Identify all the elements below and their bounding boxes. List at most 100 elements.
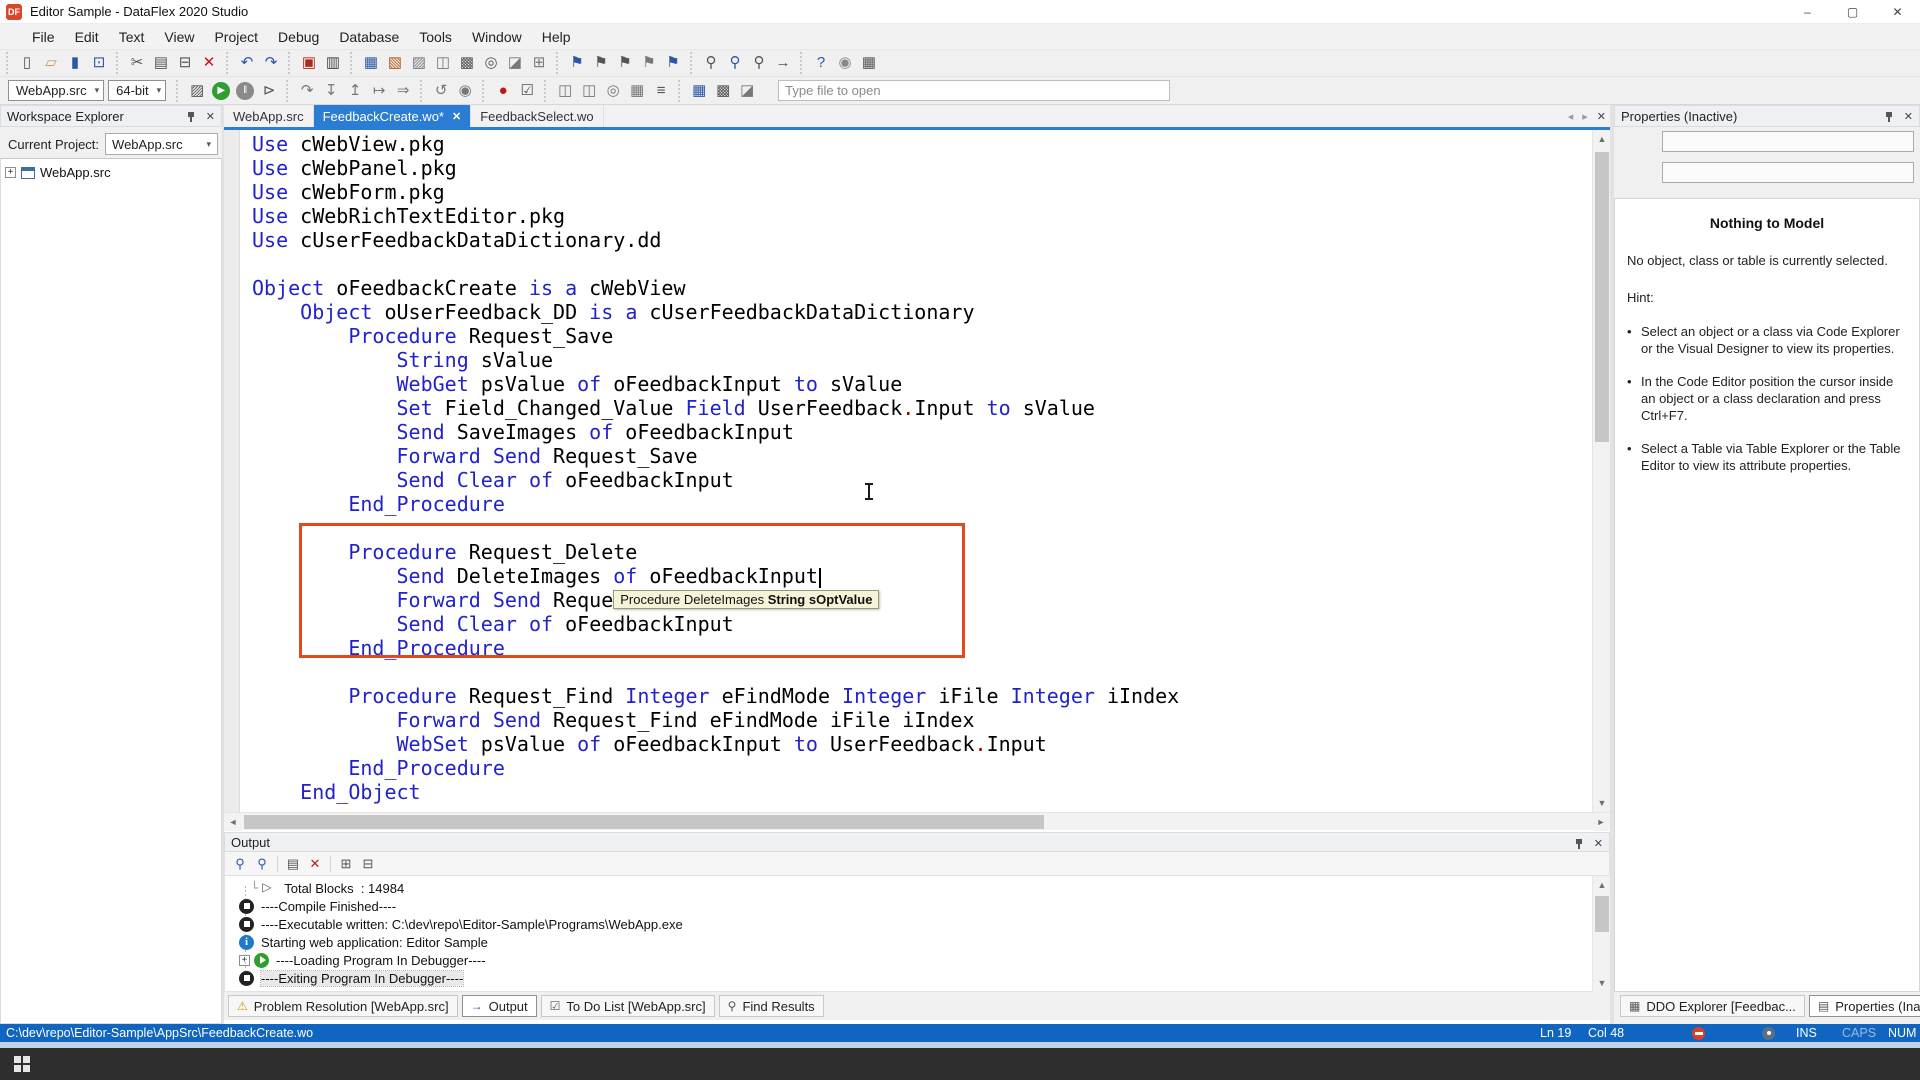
menu-window[interactable]: Window — [462, 24, 532, 50]
database-explorer-icon[interactable]: ◪ — [504, 52, 526, 74]
expand-all-icon[interactable]: ⊞ — [336, 854, 356, 874]
find-next-icon[interactable]: ⚲ — [724, 52, 746, 74]
locals-window-icon[interactable]: ◫ — [578, 80, 600, 102]
menu-help[interactable]: Help — [532, 24, 581, 50]
find-previous-icon[interactable]: ⚲ — [230, 854, 250, 874]
compile-icon[interactable]: ▣ — [298, 52, 320, 74]
object-selector-field[interactable] — [1662, 131, 1914, 152]
menu-text[interactable]: Text — [109, 24, 155, 50]
print-icon[interactable]: ▥ — [322, 52, 344, 74]
menu-tools[interactable]: Tools — [409, 24, 462, 50]
run-to-icon[interactable]: ↦ — [368, 80, 390, 102]
run-to-cursor-icon[interactable]: ⊳ — [258, 80, 280, 102]
expand-icon[interactable]: + — [5, 167, 16, 178]
sql-manager-icon[interactable]: ◪ — [736, 80, 758, 102]
compile-project-icon[interactable]: ▨ — [186, 80, 208, 102]
collapse-all-icon[interactable]: ⊟ — [358, 854, 378, 874]
call-stack-icon[interactable]: ◎ — [602, 80, 624, 102]
output-row[interactable]: ----Exiting Program In Debugger---- — [225, 969, 1609, 987]
delete-icon[interactable]: ✕ — [198, 52, 220, 74]
menu-file[interactable]: File — [22, 24, 65, 50]
step-into-icon[interactable]: ↧ — [320, 80, 342, 102]
tab-find-results[interactable]: ⚲Find Results — [719, 995, 824, 1017]
goto-line-icon[interactable]: → — [772, 52, 794, 74]
scroll-up-icon[interactable]: ▲ — [1593, 130, 1611, 148]
bookmark-toggle-icon[interactable]: ⚑ — [614, 52, 636, 74]
project-selector[interactable]: WebApp.src ▾ — [8, 80, 104, 101]
bookmark-previous-icon[interactable]: ⚑ — [566, 52, 588, 74]
close-button[interactable]: ✕ — [1875, 0, 1920, 24]
scroll-tabs-right-icon[interactable]: ▸ — [1582, 110, 1588, 123]
output-log[interactable]: └Total Blocks : 14984----Compile Finishe… — [224, 876, 1610, 992]
undo-icon[interactable]: ↶ — [236, 52, 258, 74]
tab-problem-resolution[interactable]: ⚠Problem Resolution [WebApp.src] — [228, 995, 458, 1017]
web-designer-icon[interactable]: ◎ — [480, 52, 502, 74]
cut-icon[interactable]: ✂ — [126, 52, 148, 74]
tab-output[interactable]: →Output — [462, 995, 537, 1017]
pin-icon[interactable] — [186, 111, 196, 124]
class-explorer-icon[interactable]: ◫ — [432, 52, 454, 74]
output-row[interactable]: ----Executable written: C:\dev\repo\Edit… — [225, 915, 1609, 933]
scroll-right-icon[interactable]: ► — [1592, 813, 1610, 831]
code-explorer-icon[interactable]: ▧ — [384, 52, 406, 74]
maximize-button[interactable]: ▢ — [1830, 0, 1875, 24]
about-icon[interactable]: ◉ — [834, 52, 856, 74]
find-in-files-icon[interactable]: ⚲ — [748, 52, 770, 74]
bookmark-next-icon[interactable]: ⚑ — [590, 52, 612, 74]
scroll-down-icon[interactable]: ▼ — [1593, 794, 1611, 812]
close-icon[interactable]: ✕ — [206, 106, 215, 128]
table-viewer-icon[interactable]: ▦ — [688, 80, 710, 102]
pin-icon[interactable] — [1884, 111, 1894, 124]
scrollbar-thumb[interactable] — [1595, 896, 1609, 932]
step-over-icon[interactable]: ↷ — [296, 80, 318, 102]
scroll-up-icon[interactable]: ▲ — [1593, 876, 1611, 894]
platform-selector[interactable]: 64-bit ▾ — [108, 80, 166, 101]
stop-debugging-icon[interactable]: ◉ — [454, 80, 476, 102]
output-vertical-scrollbar[interactable]: ▲ ▼ — [1592, 876, 1610, 992]
goto-bookmark-icon[interactable]: ⚑ — [662, 52, 684, 74]
watch-window-icon[interactable]: ◫ — [554, 80, 576, 102]
editor-vertical-scrollbar[interactable]: ▲ ▼ — [1592, 130, 1610, 812]
pause-icon[interactable]: ‖ — [236, 82, 254, 100]
find-next-icon[interactable]: ⚲ — [252, 854, 272, 874]
tab-feedbackselect[interactable]: FeedbackSelect.wo — [471, 105, 603, 127]
database-builder-icon[interactable]: ▩ — [712, 80, 734, 102]
pin-icon[interactable] — [1574, 838, 1584, 851]
new-panel-icon[interactable]: ⊞ — [528, 52, 550, 74]
scroll-tabs-left-icon[interactable]: ◂ — [1568, 110, 1574, 123]
menu-view[interactable]: View — [154, 24, 204, 50]
tree-item-webapp-src[interactable]: + WebApp.src — [5, 165, 217, 180]
layout-icon[interactable]: ▦ — [858, 52, 880, 74]
output-row[interactable]: +----Loading Program In Debugger---- — [225, 951, 1609, 969]
visual-designer-icon[interactable]: ▩ — [456, 52, 478, 74]
redo-icon[interactable]: ↷ — [260, 52, 282, 74]
clear-output-icon[interactable]: ✕ — [305, 854, 325, 874]
output-row[interactable]: Starting web application: Editor Sample — [225, 933, 1609, 951]
scroll-down-icon[interactable]: ▼ — [1593, 974, 1611, 992]
output-row[interactable]: ----Compile Finished---- — [225, 897, 1609, 915]
paste-icon[interactable]: ⊟ — [174, 52, 196, 74]
menu-database[interactable]: Database — [329, 24, 409, 50]
breakpoints-icon[interactable]: ☑ — [516, 80, 538, 102]
save-all-icon[interactable]: ⊡ — [88, 52, 110, 74]
save-icon[interactable]: ▮ — [64, 52, 86, 74]
run-icon[interactable]: ▶ — [212, 82, 230, 100]
workspace-explorer-icon[interactable]: ▦ — [360, 52, 382, 74]
tab-ddo-explorer[interactable]: ▦DDO Explorer [Feedbac... — [1620, 995, 1805, 1017]
open-file-input[interactable] — [778, 80, 1170, 101]
tab-properties[interactable]: ▤Properties (Inactive) — [1809, 995, 1920, 1017]
open-file-icon[interactable]: ▱ — [40, 52, 62, 74]
scrollbar-thumb[interactable] — [244, 815, 1044, 829]
tab-webapp-src[interactable]: WebApp.src — [224, 105, 314, 127]
close-icon[interactable]: ✕ — [1904, 106, 1913, 128]
scrollbar-thumb[interactable] — [1595, 152, 1609, 442]
close-document-icon[interactable]: ✕ — [1597, 110, 1606, 123]
close-tab-icon[interactable]: ✕ — [452, 110, 461, 123]
editor-horizontal-scrollbar[interactable]: ◄ ► — [224, 812, 1610, 830]
menu-debug[interactable]: Debug — [268, 24, 329, 50]
help-icon[interactable]: ? — [810, 52, 832, 74]
restart-icon[interactable]: ↺ — [430, 80, 452, 102]
debug-list-icon[interactable]: ≡ — [650, 80, 672, 102]
tab-feedbackcreate[interactable]: FeedbackCreate.wo*✕ — [314, 105, 472, 127]
class-selector-field[interactable] — [1662, 162, 1914, 183]
